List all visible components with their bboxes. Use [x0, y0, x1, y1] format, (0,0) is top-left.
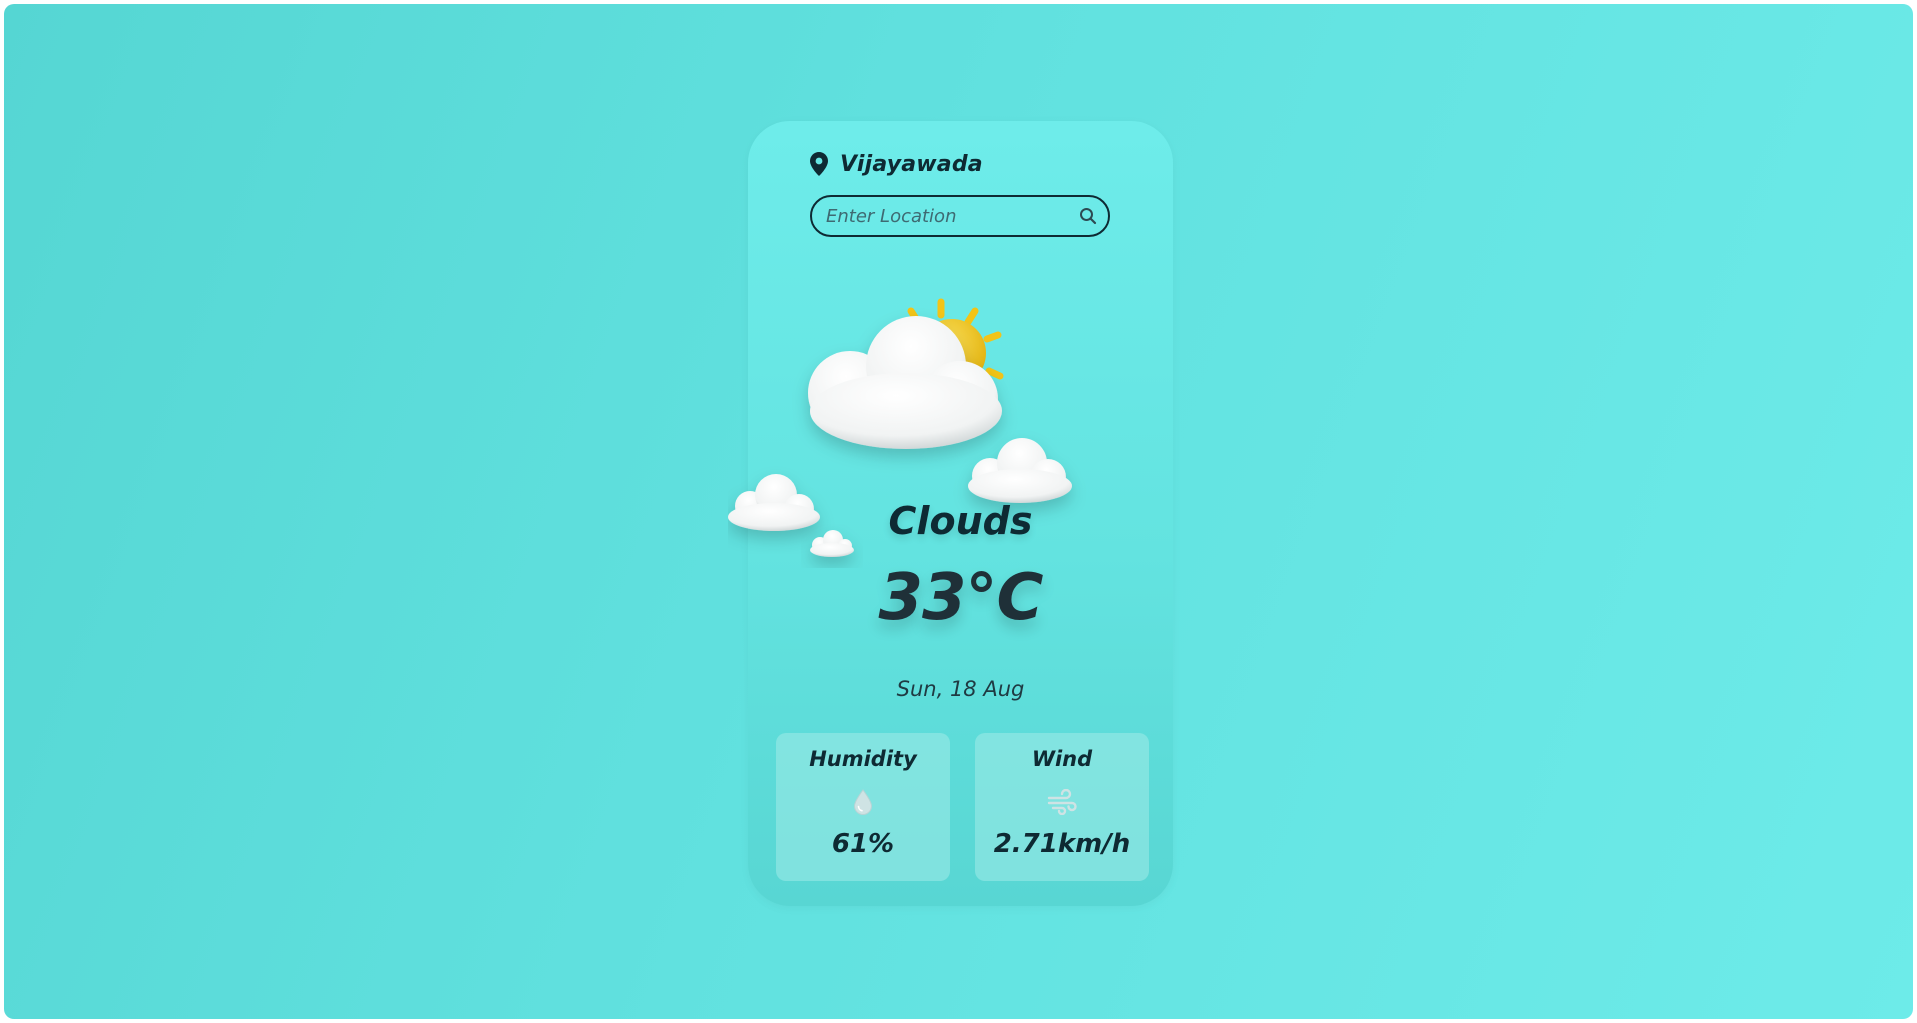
- location-search-input[interactable]: [812, 204, 1068, 228]
- current-date: Sun, 18 Aug: [896, 677, 1025, 701]
- weather-condition: Clouds: [888, 499, 1033, 543]
- location-search-box: [810, 195, 1110, 237]
- wind-value: 2.71km/h: [993, 829, 1131, 859]
- humidity-value: 61%: [831, 829, 895, 859]
- humidity-card: Humidity 61%: [776, 733, 950, 881]
- wind-title: Wind: [1031, 747, 1093, 771]
- weather-card: Vijayawada Enter Location Clouds 33°C Su…: [728, 121, 1173, 906]
- city-name: Vijayawada: [840, 151, 983, 177]
- search-icon: [1080, 208, 1097, 225]
- map-pin-icon: [810, 152, 828, 176]
- water-drop-icon: [776, 789, 950, 815]
- humidity-title: Humidity: [809, 747, 917, 771]
- search-button[interactable]: [1068, 197, 1108, 235]
- location-header: Vijayawada: [810, 149, 983, 179]
- wind-card: Wind 2.71km/h: [975, 733, 1149, 881]
- temperature: 33°C: [878, 561, 1043, 635]
- wind-icon: [975, 789, 1149, 815]
- app-background: Vijayawada Enter Location Clouds 33°C Su…: [4, 4, 1913, 1019]
